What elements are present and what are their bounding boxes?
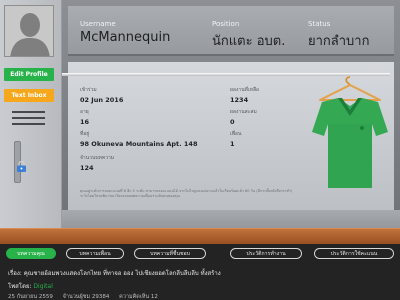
status-value: ยากลำบาก <box>308 34 370 49</box>
address-field: ที่อยู่ 98 Okuneva Mountains Apt. 148 <box>80 130 197 148</box>
remaining-value: 1234 <box>230 96 249 104</box>
tab-bar: บทความคุณ บทความเพื่อน บทความที่ชื่นชอบ … <box>6 248 396 262</box>
status-label: Status <box>308 20 331 28</box>
rank-field: ผลงานสะสม 0 <box>230 108 257 126</box>
age-field: อายุ 16 <box>80 108 89 126</box>
wooden-shelf <box>0 228 400 244</box>
posts-field: จำนวนบทความ 124 <box>80 154 114 172</box>
padlock-icon[interactable] <box>16 161 27 172</box>
tab-your-posts[interactable]: บทความคุณ <box>6 248 56 259</box>
avatar[interactable] <box>4 5 54 57</box>
joined-field: เข้าร่วม 02 Jun 2016 <box>80 86 123 104</box>
rank-label: ผลงานสะสม <box>230 109 257 115</box>
position-block: Position นักแตะ อบต. <box>212 20 285 51</box>
user-silhouette-icon <box>5 6 53 56</box>
shirt-on-hanger-icon[interactable] <box>310 76 390 194</box>
edit-profile-button[interactable]: Edit Profile <box>4 68 54 81</box>
status-block: Status ยากลำบาก <box>308 20 369 51</box>
friends-value: 1 <box>230 140 235 148</box>
tab-favorite-posts[interactable]: บทความที่ชื่นชอบ <box>134 248 206 259</box>
post-author[interactable]: Digital <box>33 283 52 290</box>
friends-field: เพื่อน 1 <box>230 130 241 148</box>
friends-label: เพื่อน <box>230 131 242 137</box>
username-label: Username <box>80 20 116 28</box>
tab-friends-posts[interactable]: บทความเพื่อน <box>66 248 124 259</box>
tab-points-history[interactable]: ประวัติการใช้คะแนน <box>314 248 394 259</box>
remaining-label: ผลงานที่เหลือ <box>230 87 260 93</box>
post-title[interactable]: เรื่อง: คุณชายอ้อมพวงแสดงโลกไทย ที่ทาจอ … <box>8 268 388 278</box>
menu-lines-icon[interactable] <box>12 111 45 129</box>
joined-label: เข้าร่วม <box>80 87 97 93</box>
username-value: McMannequin <box>80 30 171 45</box>
posts-value: 124 <box>80 164 94 172</box>
rank-value: 0 <box>230 118 235 126</box>
ranking-note: คุณอยู่ระดับการลงคะแนนที่ 8 อีก 5 ระดับ … <box>80 189 293 198</box>
posts-label: จำนวนบทความ <box>80 155 115 161</box>
tab-work-history[interactable]: ประวัติการทำงาน <box>230 248 302 259</box>
text-inbox-button[interactable]: Text Inbox <box>4 89 54 102</box>
joined-value: 02 Jun 2016 <box>80 96 124 104</box>
age-value: 16 <box>80 118 90 126</box>
remaining-field: ผลงานที่เหลือ 1234 <box>230 86 259 104</box>
post-item[interactable]: เรื่อง: คุณชายอ้อมพวงแสดงโลกไทย ที่ทาจอ … <box>8 268 388 300</box>
left-panel: Edit Profile Text Inbox <box>0 0 62 228</box>
post-views: จำนวนผู้ชม 29384 <box>62 294 110 300</box>
username-block: Username McMannequin <box>80 20 170 45</box>
posts-panel: บทความคุณ บทความเพื่อน บทความที่ชื่นชอบ … <box>0 244 400 300</box>
age-label: อายุ <box>80 109 89 115</box>
position-label: Position <box>212 20 240 28</box>
post-author-line: โพสโดย: Digital <box>8 281 388 291</box>
post-meta: 25 กันยายน 2559 จำนวนผู้ชม 29384 ความคิด… <box>8 293 388 300</box>
posted-by-label: โพสโดย: <box>8 283 32 290</box>
address-value: 98 Okuneva Mountains Apt. 148 <box>80 140 198 148</box>
profile-header: Username McMannequin Position นักแตะ อบต… <box>68 6 394 56</box>
post-comments: ความคิดเห็น 12 <box>119 294 158 300</box>
post-date: 25 กันยายน 2559 <box>8 294 53 300</box>
position-value: นักแตะ อบต. <box>212 34 286 49</box>
address-label: ที่อยู่ <box>80 131 90 137</box>
